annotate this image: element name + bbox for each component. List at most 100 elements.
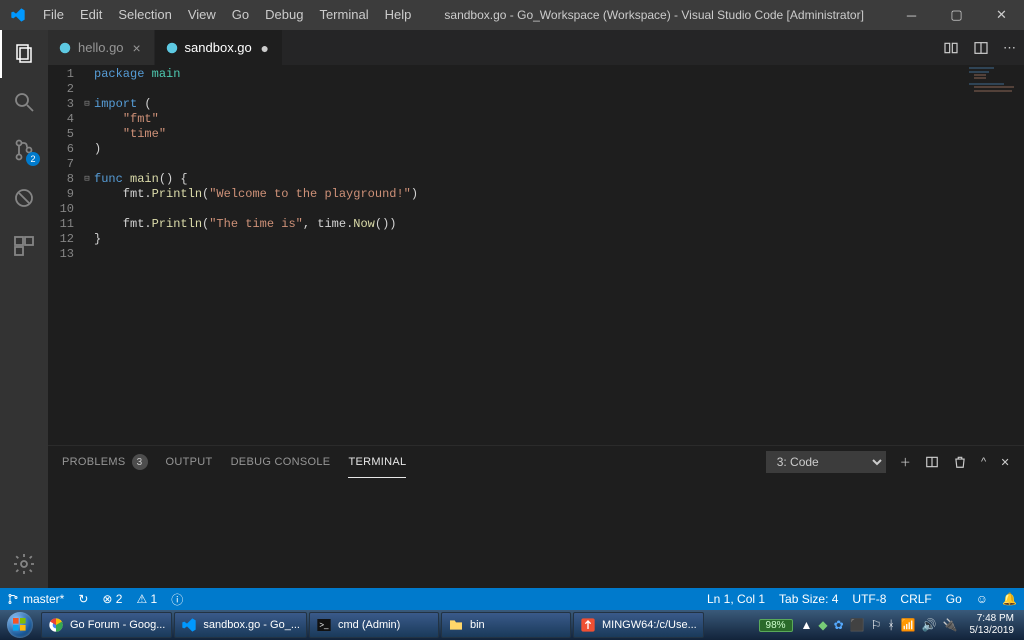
taskbar-app[interactable]: MINGW64:/c/Use...: [573, 612, 704, 638]
code-line[interactable]: }: [94, 232, 1024, 247]
code-line[interactable]: fmt.Println("The time is", time.Now()): [94, 217, 1024, 232]
language-mode[interactable]: Go: [939, 588, 969, 610]
tab-dirty-icon[interactable]: ●: [258, 41, 272, 55]
tab-close-icon[interactable]: ×: [130, 41, 144, 55]
fold-marker[interactable]: ⊟: [80, 97, 94, 112]
kill-terminal-icon[interactable]: [953, 455, 967, 469]
maximize-panel-icon[interactable]: ^: [981, 456, 986, 468]
line-number: 8: [48, 172, 80, 187]
tray-icon[interactable]: ◆: [818, 618, 827, 632]
code-line[interactable]: "fmt": [94, 112, 1024, 127]
taskbar-label: Go Forum - Goog...: [70, 619, 165, 631]
tab-size[interactable]: Tab Size: 4: [772, 588, 845, 610]
code-line[interactable]: [94, 202, 1024, 217]
editor-tab[interactable]: sandbox.go●: [155, 30, 283, 65]
menu-debug[interactable]: Debug: [257, 0, 311, 30]
code-line[interactable]: [94, 157, 1024, 172]
taskbar-label: cmd (Admin): [338, 619, 400, 631]
terminal-selector[interactable]: 3: Code: [766, 451, 886, 473]
editor-tab-bar: hello.go×sandbox.go● ⋯: [48, 30, 1024, 65]
tray-icon[interactable]: ⚐: [871, 618, 882, 632]
menu-go[interactable]: Go: [224, 0, 257, 30]
code-line[interactable]: [94, 247, 1024, 262]
compare-icon[interactable]: [943, 40, 959, 56]
line-number: 3: [48, 97, 80, 112]
taskbar-app[interactable]: sandbox.go - Go_...: [174, 612, 307, 638]
line-number: 4: [48, 112, 80, 127]
tray-icon[interactable]: ▲: [801, 618, 813, 632]
tray-icons[interactable]: ▲ ◆ ✿ ⬛ ⚐ ᚼ 📶 🔊 🔌: [801, 618, 958, 632]
vscode-logo-icon: [0, 7, 35, 23]
panel-tab-problems[interactable]: PROBLEMS3: [62, 446, 148, 478]
close-button[interactable]: ✕: [979, 0, 1024, 30]
line-number: 2: [48, 82, 80, 97]
go-file-icon: [58, 41, 72, 55]
network-icon[interactable]: 📶: [901, 618, 916, 632]
code-line[interactable]: fmt.Println("Welcome to the playground!"…: [94, 187, 1024, 202]
code-line[interactable]: [94, 82, 1024, 97]
volume-icon[interactable]: 🔊: [922, 618, 937, 632]
line-number: 10: [48, 202, 80, 217]
menu-terminal[interactable]: Terminal: [311, 0, 376, 30]
errors-count[interactable]: ⊗ 2: [95, 588, 129, 610]
taskbar-app[interactable]: bin: [441, 612, 571, 638]
eol[interactable]: CRLF: [893, 588, 938, 610]
info-icon[interactable]: ⓘ: [164, 588, 190, 610]
scm-icon[interactable]: 2: [0, 126, 48, 174]
battery-indicator[interactable]: 98%: [759, 619, 793, 632]
code-line[interactable]: ): [94, 142, 1024, 157]
terminal-content[interactable]: [48, 478, 1024, 588]
debug-icon[interactable]: [0, 174, 48, 222]
minimap[interactable]: [964, 65, 1024, 95]
power-icon[interactable]: 🔌: [943, 618, 958, 632]
search-icon[interactable]: [0, 78, 48, 126]
notifications-icon[interactable]: 🔔: [995, 588, 1024, 610]
settings-gear-icon[interactable]: [0, 540, 48, 588]
encoding[interactable]: UTF-8: [845, 588, 893, 610]
extensions-icon[interactable]: [0, 222, 48, 270]
fold-marker: [80, 232, 94, 247]
menu-file[interactable]: File: [35, 0, 72, 30]
more-actions-icon[interactable]: ⋯: [1003, 40, 1016, 56]
panel-tab-debug-console[interactable]: DEBUG CONSOLE: [231, 446, 331, 478]
split-terminal-icon[interactable]: [925, 455, 939, 469]
editor-body[interactable]: 12345678910111213 ⊟⊟ package mainimport …: [48, 65, 1024, 445]
new-terminal-icon[interactable]: ＋: [900, 454, 911, 470]
taskbar-clock[interactable]: 7:48 PM 5/13/2019: [966, 613, 1019, 637]
minimize-button[interactable]: ─: [889, 0, 934, 30]
code-line[interactable]: "time": [94, 127, 1024, 142]
start-button[interactable]: [0, 610, 40, 640]
sync-button[interactable]: ↻: [71, 588, 95, 610]
split-editor-icon[interactable]: [973, 40, 989, 56]
taskbar-app[interactable]: Go Forum - Goog...: [41, 612, 172, 638]
warnings-count[interactable]: ⚠ 1: [129, 588, 164, 610]
code-line[interactable]: func main() {: [94, 172, 1024, 187]
cursor-position[interactable]: Ln 1, Col 1: [700, 588, 772, 610]
panel-tab-output[interactable]: OUTPUT: [166, 446, 213, 478]
feedback-icon[interactable]: ☺: [969, 588, 995, 610]
git-branch[interactable]: master*: [0, 588, 71, 610]
menu-selection[interactable]: Selection: [110, 0, 179, 30]
code-line[interactable]: import (: [94, 97, 1024, 112]
maximize-button[interactable]: ▢: [934, 0, 979, 30]
menu-edit[interactable]: Edit: [72, 0, 110, 30]
tray-icon[interactable]: ⬛: [850, 618, 865, 632]
fold-marker[interactable]: ⊟: [80, 172, 94, 187]
taskbar-app[interactable]: >_ cmd (Admin): [309, 612, 439, 638]
explorer-icon[interactable]: [0, 30, 48, 78]
code-content[interactable]: package main import ( "fmt" "time") func m…: [94, 65, 1024, 445]
bluetooth-icon[interactable]: ᚼ: [887, 618, 894, 632]
code-line[interactable]: package main: [94, 67, 1024, 82]
line-number: 7: [48, 157, 80, 172]
panel-tab-terminal[interactable]: TERMINAL: [348, 446, 406, 478]
menu-view[interactable]: View: [180, 0, 224, 30]
svg-text:>_: >_: [319, 621, 329, 630]
problems-count-badge: 3: [132, 454, 148, 470]
menu-help[interactable]: Help: [377, 0, 420, 30]
editor-tab[interactable]: hello.go×: [48, 30, 155, 65]
line-number: 12: [48, 232, 80, 247]
tray-icon[interactable]: ✿: [834, 618, 844, 632]
close-panel-icon[interactable]: ✕: [1000, 456, 1010, 469]
menu-bar: FileEditSelectionViewGoDebugTerminalHelp: [35, 0, 419, 30]
fold-marker: [80, 157, 94, 172]
